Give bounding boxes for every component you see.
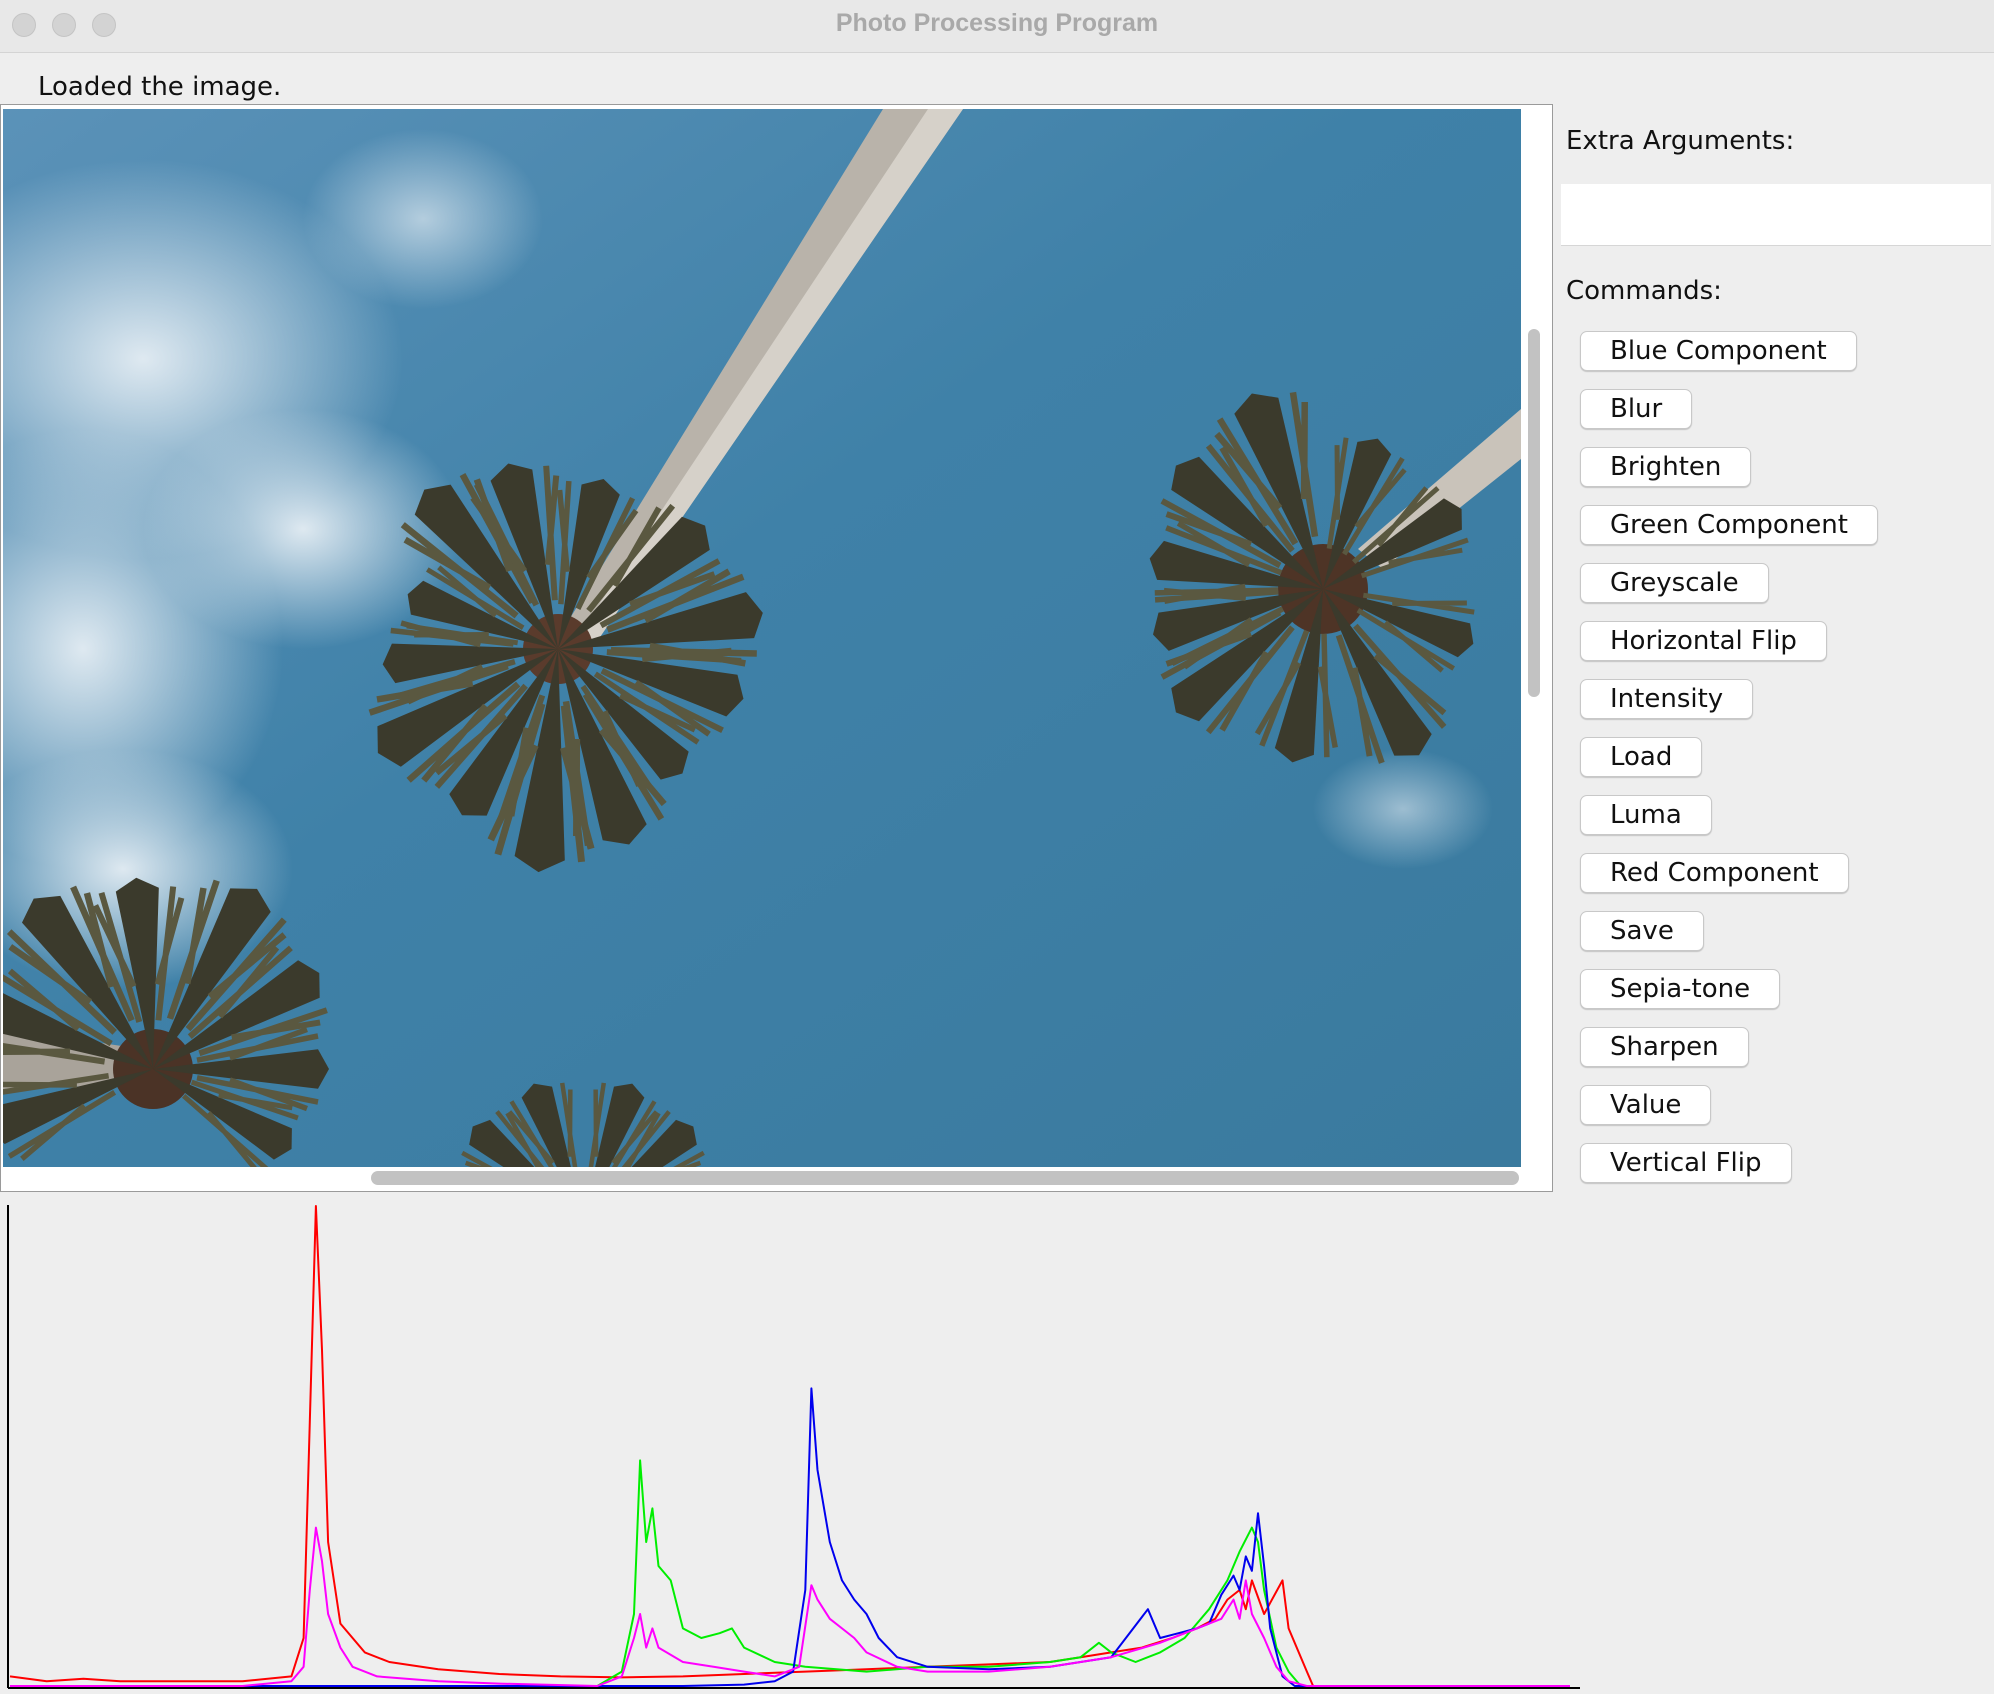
- extra-arguments-input[interactable]: [1561, 184, 1991, 246]
- blue-component-button[interactable]: Blue Component: [1580, 331, 1857, 371]
- save-button[interactable]: Save: [1580, 911, 1704, 951]
- histogram-intensity-line: [10, 1526, 1570, 1687]
- vertical-scrollbar-thumb[interactable]: [1528, 329, 1540, 697]
- horizontal-flip-button[interactable]: Horizontal Flip: [1580, 621, 1827, 661]
- vertical-flip-button[interactable]: Vertical Flip: [1580, 1143, 1792, 1183]
- horizontal-scrollbar-thumb[interactable]: [371, 1171, 1519, 1185]
- histogram-green-line: [10, 1459, 1570, 1687]
- histogram-series-group: [9, 1205, 1570, 1687]
- title-bar: Photo Processing Program: [0, 0, 1994, 53]
- value-button[interactable]: Value: [1580, 1085, 1712, 1125]
- image-scroll-pane[interactable]: [0, 104, 1553, 1192]
- greyscale-button[interactable]: Greyscale: [1580, 563, 1769, 603]
- brighten-button[interactable]: Brighten: [1580, 447, 1752, 487]
- histogram-blue-line: [10, 1387, 1570, 1687]
- app-window: Photo Processing Program Loaded the imag…: [0, 0, 1994, 1694]
- blur-button[interactable]: Blur: [1580, 389, 1693, 429]
- extra-arguments-label: Extra Arguments:: [1566, 126, 1795, 156]
- sharpen-button[interactable]: Sharpen: [1580, 1027, 1749, 1067]
- commands-label: Commands:: [1566, 276, 1722, 306]
- palm-trees-photo: [3, 109, 1521, 1167]
- histogram-red-line: [9, 1205, 1570, 1687]
- intensity-button[interactable]: Intensity: [1580, 679, 1754, 719]
- red-component-button[interactable]: Red Component: [1580, 853, 1849, 893]
- command-button-list: Blue Component Blur Brighten Green Compo…: [1580, 331, 1878, 1183]
- histogram-chart: [7, 1205, 1580, 1689]
- load-button[interactable]: Load: [1580, 737, 1703, 777]
- sepia-tone-button[interactable]: Sepia-tone: [1580, 969, 1781, 1009]
- luma-button[interactable]: Luma: [1580, 795, 1712, 835]
- status-message: Loaded the image.: [38, 72, 282, 102]
- window-title: Photo Processing Program: [835, 9, 1159, 37]
- green-component-button[interactable]: Green Component: [1580, 505, 1878, 545]
